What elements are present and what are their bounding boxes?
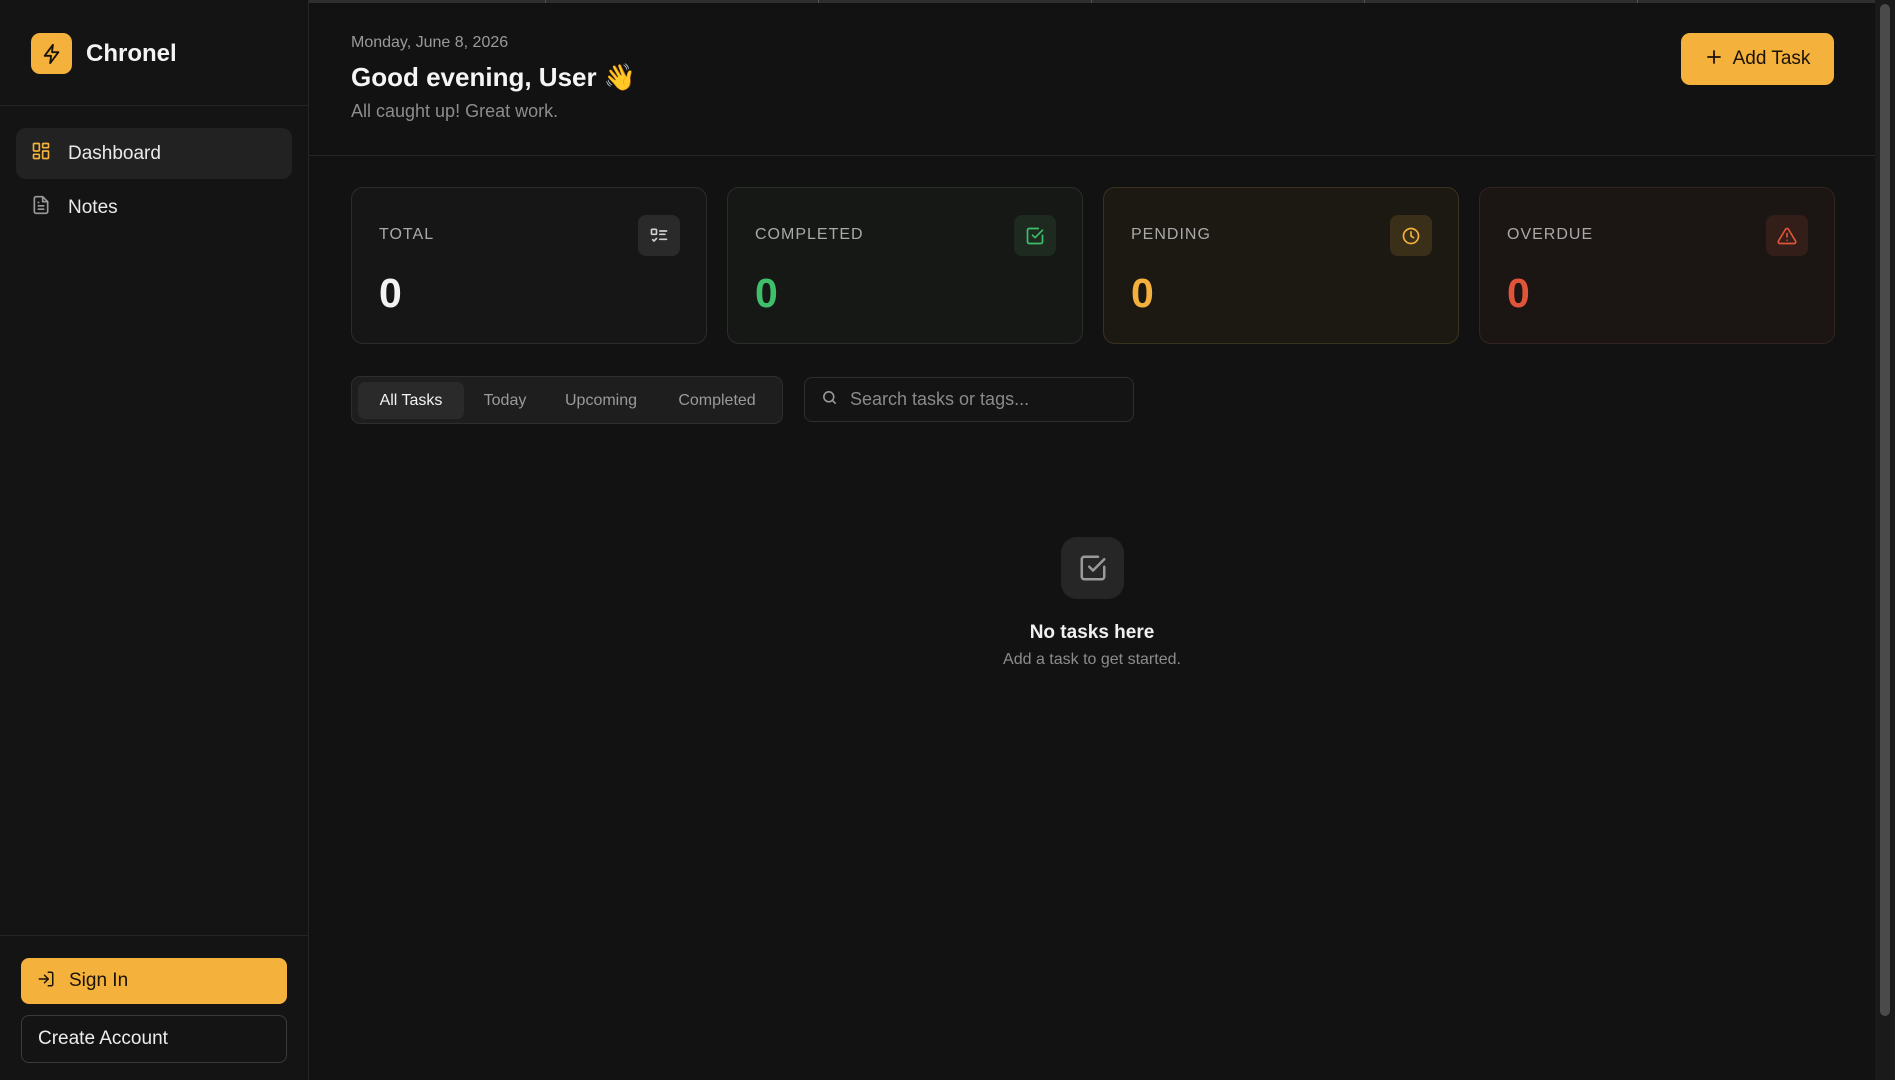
stat-card-overdue: OVERDUE 0: [1479, 187, 1835, 344]
tab-upcoming[interactable]: Upcoming: [546, 382, 656, 419]
add-task-button[interactable]: Add Task: [1681, 33, 1834, 85]
sidebar-item-label: Notes: [68, 196, 118, 218]
page-subtitle: All caught up! Great work.: [351, 101, 559, 121]
bolt-icon: [31, 33, 72, 74]
create-account-button[interactable]: Create Account: [21, 1015, 287, 1063]
stat-label: OVERDUE: [1507, 226, 1594, 243]
sidebar: Chronel Dashboard Notes Sign In Create A…: [0, 0, 309, 1080]
dashboard-grid-icon: [31, 141, 51, 166]
stat-label: PENDING: [1131, 226, 1211, 243]
square-check-icon: [1061, 537, 1124, 599]
document-icon: [31, 195, 51, 220]
warning-triangle-icon: [1766, 215, 1808, 256]
sidebar-item-label: Dashboard: [68, 142, 161, 164]
page-title: Good evening, User 👋: [351, 62, 637, 92]
divider: [309, 155, 1875, 156]
task-filter-tabs: All Tasks Today Upcoming Completed: [351, 376, 783, 424]
sidebar-item-notes[interactable]: Notes: [16, 182, 292, 233]
sign-in-label: Sign In: [69, 970, 129, 991]
app-name: Chronel: [86, 39, 177, 67]
divider: [0, 105, 309, 106]
tab-all-tasks[interactable]: All Tasks: [358, 382, 464, 419]
tab-completed[interactable]: Completed: [656, 382, 778, 419]
sign-in-button[interactable]: Sign In: [21, 958, 287, 1004]
brand[interactable]: Chronel: [31, 33, 177, 74]
stat-label: TOTAL: [379, 226, 435, 243]
current-date: Monday, June 8, 2026: [351, 34, 509, 51]
plus-icon: [1705, 48, 1723, 71]
stat-card-completed: COMPLETED 0: [727, 187, 1083, 344]
scrollbar[interactable]: [1875, 0, 1895, 1080]
tab-today[interactable]: Today: [464, 382, 546, 419]
search-icon: [821, 389, 838, 411]
scrollbar-thumb[interactable]: [1880, 4, 1890, 1016]
stat-value: 0: [379, 270, 402, 316]
search-box: [804, 377, 1134, 422]
stat-value: 0: [1507, 270, 1530, 316]
divider: [0, 935, 309, 936]
stat-value: 0: [1131, 270, 1154, 316]
sign-in-icon: [37, 970, 55, 993]
empty-state-subtitle: Add a task to get started.: [1003, 651, 1181, 668]
search-input[interactable]: [850, 389, 1120, 410]
list-check-icon: [638, 215, 680, 256]
stat-card-pending: PENDING 0: [1103, 187, 1459, 344]
add-task-label: Add Task: [1732, 48, 1811, 69]
stat-card-total: TOTAL 0: [351, 187, 707, 344]
square-check-icon: [1014, 215, 1056, 256]
stat-value: 0: [755, 270, 778, 316]
stat-label: COMPLETED: [755, 226, 864, 243]
clock-icon: [1390, 215, 1432, 256]
sidebar-item-dashboard[interactable]: Dashboard: [16, 128, 292, 179]
empty-state-title: No tasks here: [1029, 622, 1155, 643]
